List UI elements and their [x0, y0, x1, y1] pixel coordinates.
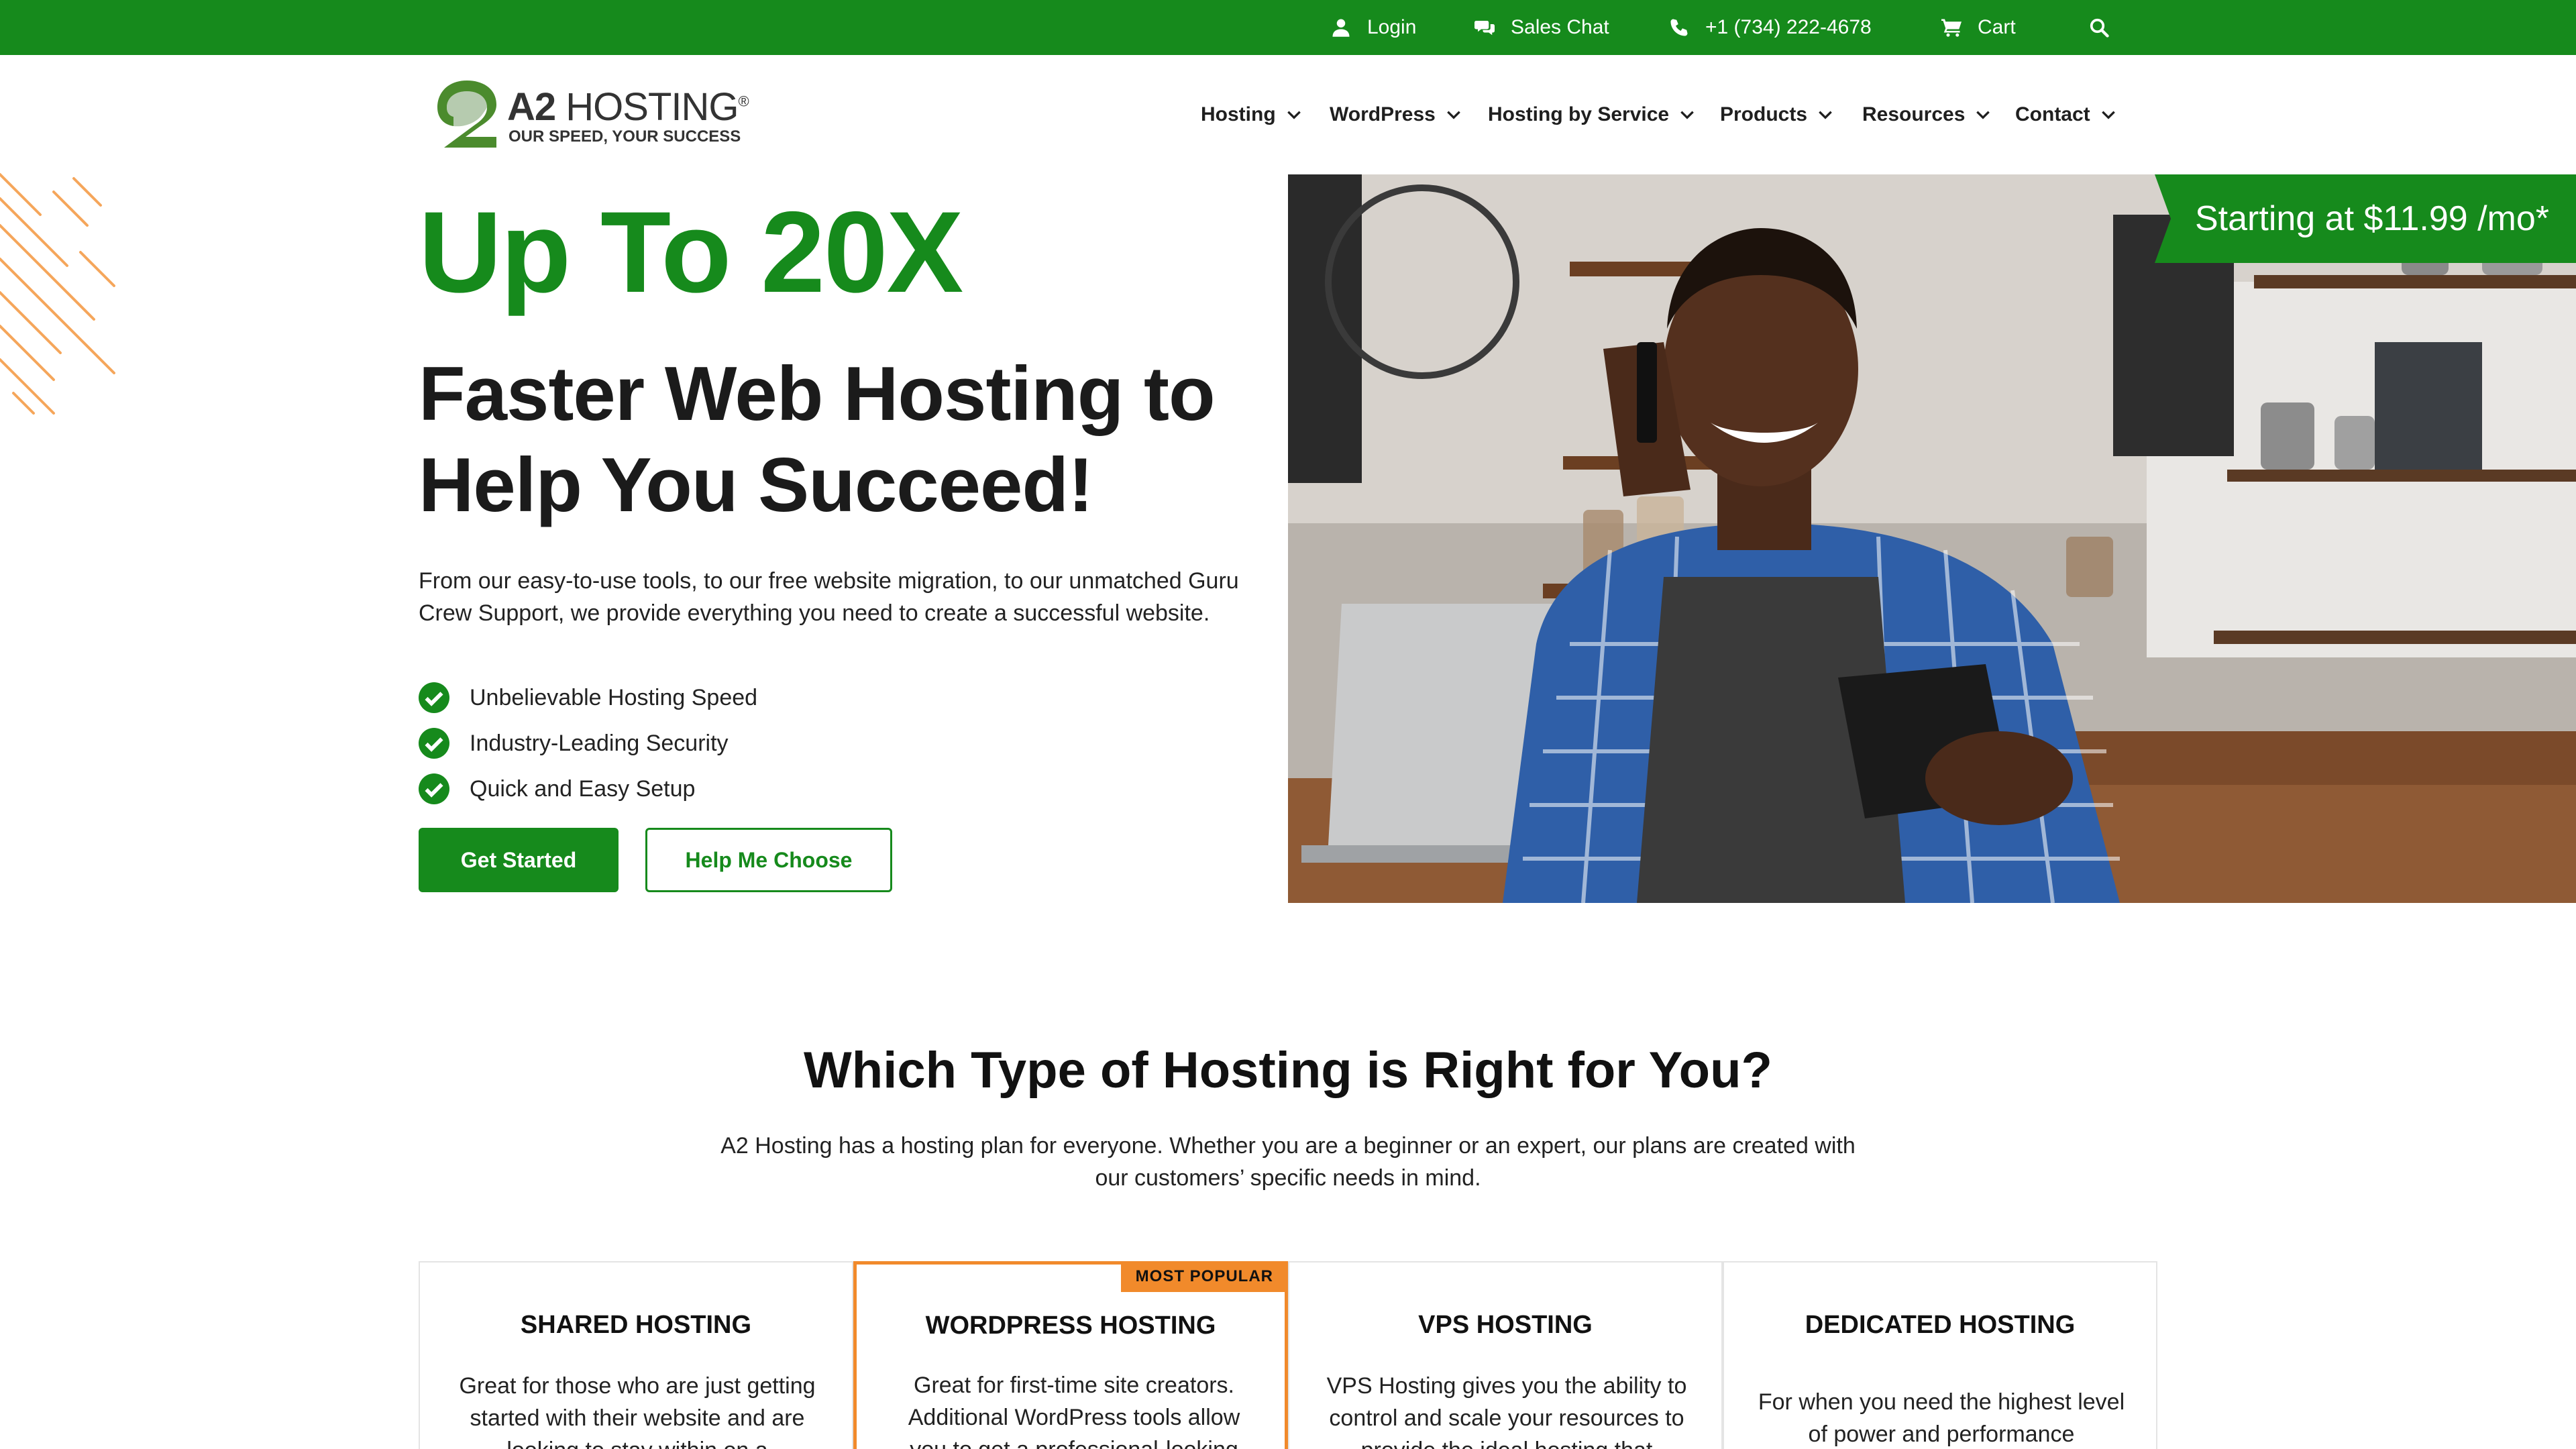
- card-description: Great for first-time site creators. Addi…: [908, 1373, 1240, 1449]
- login-link[interactable]: Login: [1330, 0, 1416, 55]
- help-me-choose-button[interactable]: Help Me Choose: [645, 828, 892, 892]
- search-button[interactable]: [2088, 0, 2125, 55]
- nav-products-label: Products: [1720, 103, 1808, 125]
- feature-label: Unbelievable Hosting Speed: [470, 684, 758, 710]
- get-started-button[interactable]: Get Started: [419, 828, 619, 892]
- cart-link[interactable]: Cart: [1940, 0, 2016, 55]
- nav-contact-label: Contact: [2015, 103, 2090, 125]
- logo-tagline: OUR SPEED, YOUR SUCCESS: [508, 127, 741, 146]
- card-dedicated-hosting[interactable]: DEDICATED HOSTING For when you need the …: [1723, 1261, 2157, 1449]
- card-wordpress-hosting[interactable]: MOST POPULAR WORDPRESS HOSTING Great for…: [853, 1261, 1288, 1449]
- site-header: A2 HOSTING® OUR SPEED, YOUR SUCCESS Host…: [0, 55, 2576, 174]
- chevron-down-icon: [1817, 106, 1834, 123]
- chevron-down-icon: [1678, 106, 1696, 123]
- card-vps-hosting[interactable]: VPS HOSTING VPS Hosting gives you the ab…: [1288, 1261, 1723, 1449]
- feature-item: Industry-Leading Security: [419, 720, 757, 766]
- nav-hosting[interactable]: Hosting: [1201, 55, 1303, 174]
- chevron-down-icon: [2100, 106, 2117, 123]
- top-utility-bar: Login Sales Chat +1 (734) 222-4678 Cart: [0, 0, 2576, 55]
- chevron-down-icon: [1445, 106, 1462, 123]
- chat-icon: [1473, 16, 1496, 39]
- cafe-owner-photo: [1288, 174, 2576, 903]
- card-shared-hosting[interactable]: SHARED HOSTING Great for those who are j…: [419, 1261, 853, 1449]
- logo-brand-bold: A2: [507, 85, 556, 129]
- feature-item: Quick and Easy Setup: [419, 766, 757, 812]
- price-tag-banner: Starting at $11.99 /mo*: [2155, 174, 2576, 263]
- login-label: Login: [1367, 16, 1417, 38]
- nav-resources-label: Resources: [1862, 103, 1966, 125]
- logo-brand: A2 HOSTING®: [507, 85, 749, 129]
- most-popular-badge: MOST POPULAR: [1120, 1261, 1288, 1292]
- hero-headline: Up To 20X: [419, 188, 963, 317]
- cart-label: Cart: [1978, 16, 2016, 38]
- decorative-stripes: [0, 173, 115, 415]
- card-title: WORDPRESS HOSTING: [925, 1311, 1216, 1340]
- card-title: SHARED HOSTING: [520, 1311, 752, 1339]
- phone-icon: [1668, 16, 1690, 39]
- phone-label: +1 (734) 222-4678: [1705, 16, 1872, 38]
- card-title: DEDICATED HOSTING: [1805, 1311, 2076, 1339]
- nav-hosting-label: Hosting: [1201, 103, 1276, 125]
- nav-resources[interactable]: Resources: [1862, 55, 1992, 174]
- nav-hosting-by-service[interactable]: Hosting by Service: [1488, 55, 1696, 174]
- nav-contact[interactable]: Contact: [2015, 55, 2117, 174]
- logo-brand-light: HOSTING: [566, 85, 739, 129]
- card-title: VPS HOSTING: [1418, 1311, 1593, 1339]
- nav-products[interactable]: Products: [1720, 55, 1834, 174]
- nav-wordpress[interactable]: WordPress: [1330, 55, 1462, 174]
- feature-label: Quick and Easy Setup: [470, 775, 696, 802]
- hero-subheadline: Faster Web Hosting to Help You Succeed!: [419, 352, 1216, 528]
- check-circle-icon: [419, 728, 449, 759]
- logo-registered: ®: [738, 93, 749, 110]
- feature-label: Industry-Leading Security: [470, 730, 729, 756]
- chevron-down-icon: [1285, 106, 1303, 123]
- sales-chat-label: Sales Chat: [1511, 16, 1609, 38]
- search-icon: [2088, 16, 2110, 39]
- sales-chat-link[interactable]: Sales Chat: [1473, 0, 1609, 55]
- card-description: VPS Hosting gives you the ability to con…: [1326, 1373, 1687, 1449]
- nav-wordpress-label: WordPress: [1330, 103, 1436, 125]
- nav-hosting-by-service-label: Hosting by Service: [1488, 103, 1670, 125]
- card-description: Great for those who are just getting sta…: [459, 1373, 816, 1449]
- check-circle-icon: [419, 773, 449, 804]
- logo-mark-icon: [437, 80, 496, 148]
- user-icon: [1330, 16, 1352, 39]
- card-description: For when you need the highest level of p…: [1758, 1389, 2125, 1447]
- feature-list: Unbelievable Hosting Speed Industry-Lead…: [419, 675, 757, 812]
- check-circle-icon: [419, 682, 449, 713]
- section-description: A2 Hosting has a hosting plan for everyo…: [720, 1133, 1856, 1191]
- chevron-down-icon: [1974, 106, 1992, 123]
- cart-icon: [1940, 16, 1963, 39]
- phone-link[interactable]: +1 (734) 222-4678: [1668, 0, 1872, 55]
- hero-description: From our easy-to-use tools, to our free …: [419, 568, 1239, 626]
- a2-hosting-logo[interactable]: A2 HOSTING® OUR SPEED, YOUR SUCCESS: [435, 78, 750, 152]
- price-tag-text: Starting at $11.99 /mo*: [2195, 199, 2550, 238]
- feature-item: Unbelievable Hosting Speed: [419, 675, 757, 720]
- hero-photo: [1288, 174, 2576, 903]
- hosting-cards: SHARED HOSTING Great for those who are j…: [419, 1261, 2157, 1449]
- section-title: Which Type of Hosting is Right for You?: [804, 1042, 1772, 1099]
